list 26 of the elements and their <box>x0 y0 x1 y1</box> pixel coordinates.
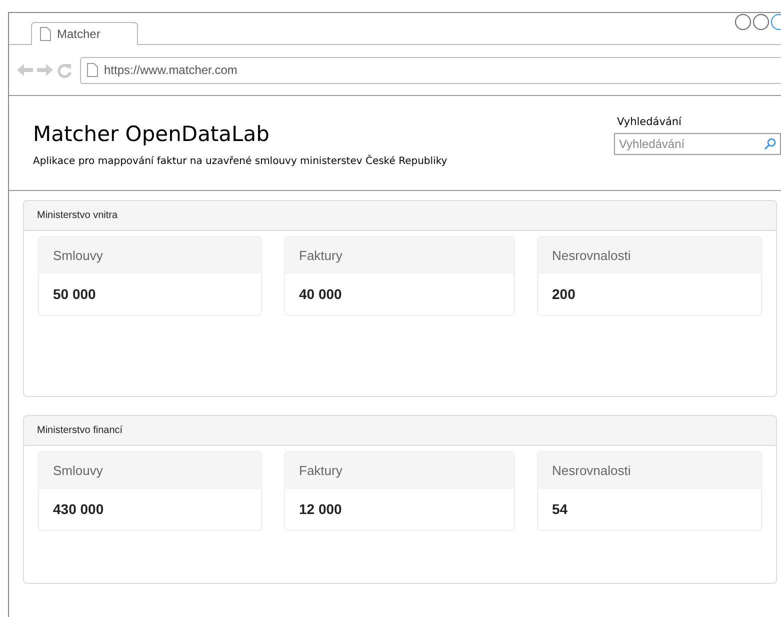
stat-label: Nesrovnalosti <box>538 452 761 489</box>
stat-label: Smlouvy <box>39 452 261 489</box>
stat-label: Nesrovnalosti <box>538 237 761 274</box>
stat-label: Faktury <box>285 452 514 489</box>
app-title: Matcher OpenDataLab <box>33 122 270 146</box>
search-field[interactable]: Vyhledávání <box>614 133 781 155</box>
stat-value: 40 000 <box>298 285 343 304</box>
stat-value: 430 000 <box>52 500 105 519</box>
stat-value: 12 000 <box>298 500 343 519</box>
window-control-icon[interactable] <box>753 14 769 30</box>
app-subtitle: Aplikace pro mappování faktur na uzavřené smlouvy ministerstev České Republiky <box>33 156 448 167</box>
page-icon <box>40 27 51 41</box>
panel-title: Ministerstvo financí <box>24 416 776 446</box>
stat-value: 50 000 <box>52 285 97 304</box>
search-label: Vyhledávání <box>616 116 682 128</box>
stat-value: 200 <box>551 285 576 304</box>
stat-label: Faktury <box>285 237 514 274</box>
page-icon <box>87 63 98 77</box>
panel-title: Ministerstvo vnitra <box>24 201 776 231</box>
search-icon[interactable] <box>764 138 776 150</box>
window-control-icon[interactable] <box>735 14 751 30</box>
browser-tab[interactable]: Matcher <box>31 22 138 45</box>
stat-value: 54 <box>551 500 569 519</box>
tab-title: Matcher <box>57 27 100 41</box>
stat-label: Smlouvy <box>39 237 261 274</box>
address-bar[interactable]: https://www.matcher.com <box>80 56 781 84</box>
